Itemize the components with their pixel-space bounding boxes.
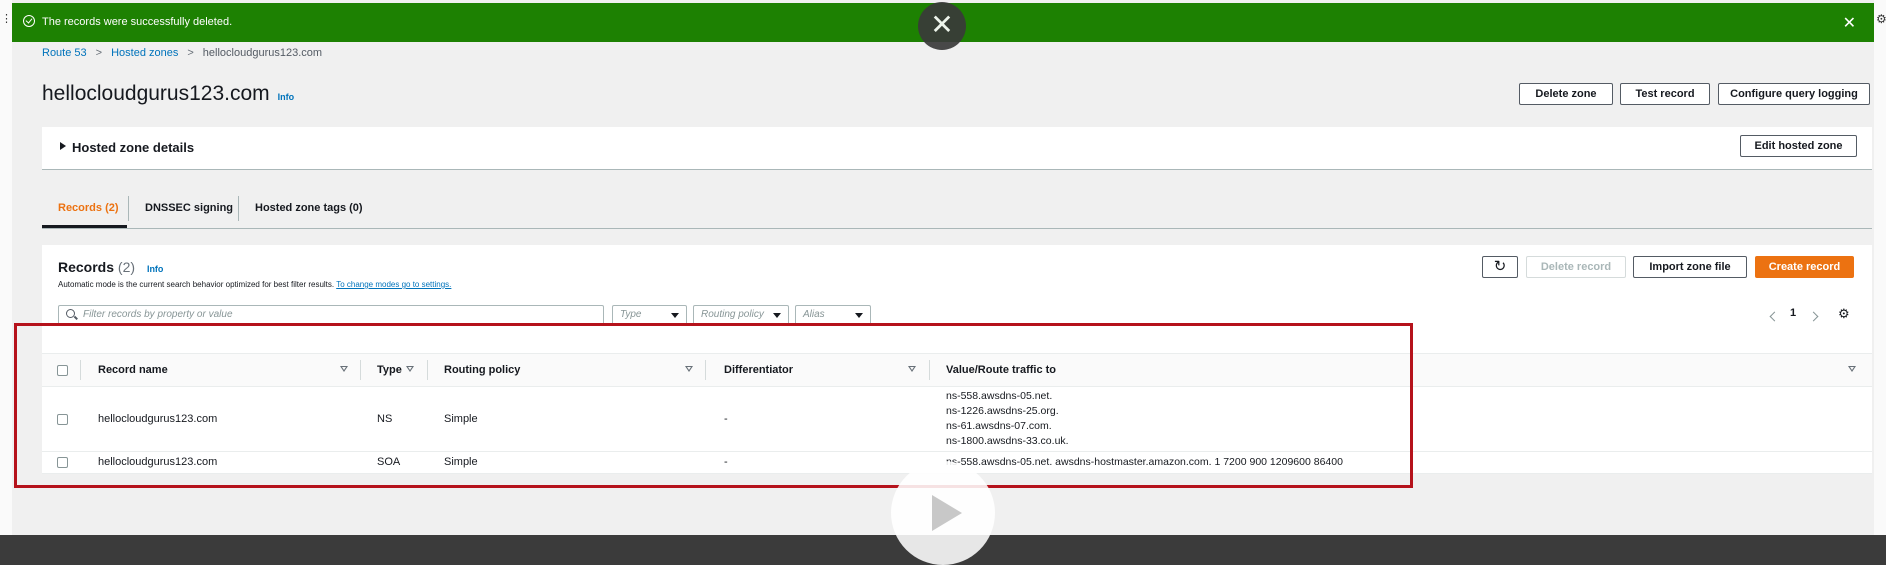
settings-link[interactable]: To change modes go to settings. [336, 280, 451, 289]
test-record-button[interactable]: Test record [1620, 83, 1710, 105]
video-play-icon[interactable] [891, 461, 995, 565]
breadcrumb-current: hellocloudgurus123.com [202, 47, 323, 59]
search-input[interactable]: Filter records by property or value [58, 305, 604, 325]
chevron-right-icon: > [187, 47, 194, 59]
settings-icon: ⚙ [1876, 12, 1886, 26]
menu-icon: ⋮ [1, 13, 12, 25]
edit-hosted-zone-button[interactable]: Edit hosted zone [1740, 135, 1857, 157]
caret-right-icon [60, 142, 66, 150]
caret-down-icon [671, 313, 679, 318]
info-link[interactable]: Info [278, 92, 295, 102]
success-check-icon [23, 15, 35, 27]
type-filter-placeholder: Type [620, 309, 642, 320]
delete-zone-button[interactable]: Delete zone [1519, 83, 1613, 105]
annotation-highlight-box [14, 323, 1413, 488]
previous-page-icon[interactable] [1769, 311, 1780, 322]
next-page-icon[interactable] [1808, 311, 1819, 322]
breadcrumb: Route 53 > Hosted zones > hellocloudgurus123… [42, 47, 322, 59]
page-title-text: hellocloudgurus123.com [42, 82, 270, 105]
routing-policy-filter-select[interactable]: Routing policy [693, 305, 789, 325]
type-filter-select[interactable]: Type [612, 305, 687, 325]
hosted-zone-details-panel[interactable]: Hosted zone details [42, 127, 1872, 170]
page-title: hellocloudgurus123.com Info [42, 82, 294, 106]
active-tab-indicator [42, 225, 127, 228]
chevron-right-icon: > [95, 47, 103, 59]
search-icon [66, 309, 75, 318]
video-overlay-close-button[interactable]: ✕ [918, 2, 966, 50]
records-subtitle-text: Automatic mode is the current search beh… [58, 280, 335, 289]
tab-divider [238, 196, 239, 221]
breadcrumb-route53[interactable]: Route 53 [42, 47, 87, 59]
delete-record-button[interactable]: Delete record [1526, 256, 1626, 278]
tab-divider [128, 196, 129, 221]
gear-icon[interactable]: ⚙ [1838, 306, 1850, 322]
caret-down-icon [855, 313, 863, 318]
tab-bar: Records (2) DNSSEC signing Hosted zone t… [42, 190, 1872, 229]
records-count: (2) [117, 259, 136, 275]
create-record-button[interactable]: Create record [1755, 256, 1854, 278]
page-number[interactable]: 1 [1790, 307, 1796, 319]
import-zone-file-button[interactable]: Import zone file [1633, 256, 1747, 278]
records-title: Records [58, 259, 115, 275]
tab-hosted-zone-tags[interactable]: Hosted zone tags (0) [255, 202, 363, 214]
right-edge-panel: ⚙ [1873, 0, 1886, 535]
sort-icon[interactable] [1848, 366, 1856, 372]
alias-filter-select[interactable]: Alias [795, 305, 871, 325]
close-icon[interactable]: ✕ [1843, 13, 1856, 33]
refresh-button[interactable]: ↻ [1482, 256, 1518, 278]
hosted-zone-details-label: Hosted zone details [72, 140, 195, 155]
records-info-link[interactable]: Info [147, 264, 164, 274]
tab-dnssec-signing[interactable]: DNSSEC signing [145, 202, 233, 214]
routing-policy-filter-placeholder: Routing policy [701, 309, 764, 320]
configure-query-logging-button[interactable]: Configure query logging [1718, 83, 1870, 105]
flash-message: The records were successfully deleted. [42, 16, 233, 28]
records-subtitle: Automatic mode is the current search beh… [58, 280, 451, 289]
breadcrumb-hosted-zones[interactable]: Hosted zones [111, 47, 178, 59]
alias-filter-placeholder: Alias [803, 309, 825, 320]
search-placeholder: Filter records by property or value [83, 309, 233, 320]
caret-down-icon [773, 313, 781, 318]
records-heading: Records (2) Info [58, 259, 163, 275]
tab-records[interactable]: Records (2) [58, 202, 119, 214]
